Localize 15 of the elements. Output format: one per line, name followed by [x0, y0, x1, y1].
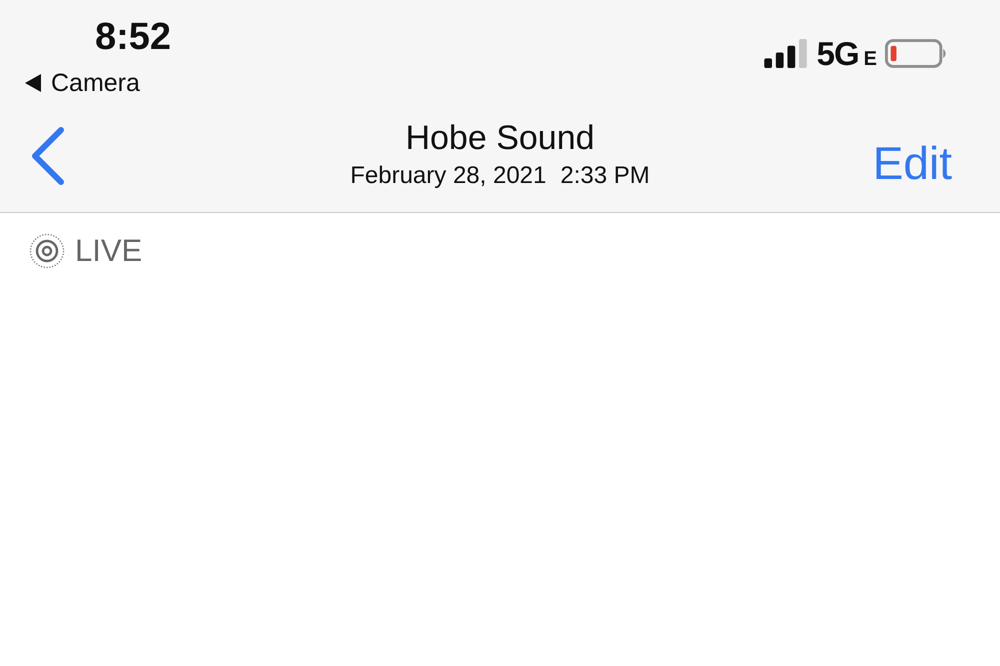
- edit-button[interactable]: Edit: [872, 137, 952, 189]
- network-type: 5G: [816, 40, 859, 68]
- network-type-suffix: E: [864, 49, 877, 69]
- back-button[interactable]: [30, 126, 66, 186]
- signal-bars-icon: [764, 39, 809, 68]
- photo-time: 2:33 PM: [560, 161, 650, 191]
- live-photo-icon: [29, 233, 65, 269]
- back-to-app-link[interactable]: Camera: [25, 68, 140, 98]
- status-time: 8:52: [95, 15, 172, 59]
- back-triangle-icon: [25, 74, 41, 92]
- photo-location-title: Hobe Sound: [405, 118, 595, 159]
- chevron-left-icon: [30, 126, 66, 186]
- battery-low-icon: [885, 39, 948, 68]
- photo-date: February 28, 2021: [350, 161, 546, 191]
- live-photo-label: LIVE: [75, 233, 142, 269]
